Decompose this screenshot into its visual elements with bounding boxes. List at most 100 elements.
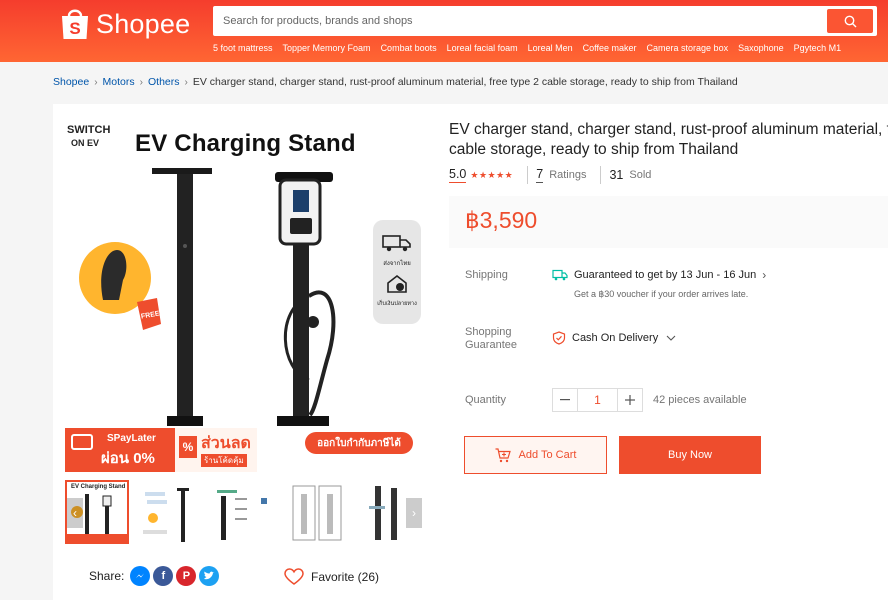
plus-icon bbox=[625, 395, 635, 405]
sold-label: Sold bbox=[629, 169, 652, 181]
thumbnail-strip: EV Charging Stand ‹ › bbox=[65, 480, 426, 546]
suggestion-link[interactable]: Topper Memory Foam bbox=[283, 43, 371, 53]
top-header: S Shopee 5 foot mattress Topper Memory F… bbox=[0, 0, 888, 62]
decrement-button[interactable] bbox=[553, 389, 577, 411]
svg-text:S: S bbox=[69, 19, 80, 38]
product-main-image[interactable]: SWITCH ON EV EV Charging Stand FREE ส่งจ… bbox=[65, 120, 426, 474]
chevron-right-icon: › bbox=[762, 268, 767, 282]
suggestion-link[interactable]: Saxophone bbox=[738, 43, 784, 53]
wallet-icon bbox=[71, 434, 93, 450]
price-box: ฿3,590 bbox=[449, 196, 888, 248]
share-row: Share: f P bbox=[89, 566, 220, 586]
sold-count: 31 bbox=[609, 168, 624, 182]
discount-promo: % ส่วนลด ร้านโค้ดคุ้ม bbox=[175, 428, 257, 472]
chevron-right-icon: › bbox=[184, 76, 188, 88]
product-title-line-2: cable storage, ready to ship from Thaila… bbox=[449, 141, 739, 158]
thumb-next-button[interactable]: › bbox=[406, 498, 422, 528]
share-label: Share: bbox=[89, 569, 125, 583]
chevron-right-icon: › bbox=[94, 76, 98, 88]
search-button[interactable] bbox=[827, 9, 873, 33]
chevron-right-icon: › bbox=[139, 76, 143, 88]
search-suggestions: 5 foot mattress Topper Memory Foam Comba… bbox=[213, 43, 841, 53]
home-pay-icon bbox=[387, 274, 407, 293]
suggestion-link[interactable]: Coffee maker bbox=[583, 43, 637, 53]
shipping-guarantee-text: Guaranteed to get by 13 Jun - 16 Jun bbox=[574, 269, 757, 281]
pinterest-share-icon[interactable]: P bbox=[176, 566, 197, 586]
messenger-share-icon[interactable] bbox=[130, 566, 151, 586]
product-title-line-1: EV charger stand, charger stand, rust-pr… bbox=[449, 121, 888, 138]
thumb-prev-button[interactable]: ‹ bbox=[67, 498, 83, 528]
thumbnail-2[interactable] bbox=[139, 480, 203, 544]
rating-score[interactable]: 5.0 bbox=[449, 167, 467, 183]
shopee-logo[interactable]: S Shopee bbox=[60, 4, 190, 44]
side-badge-text-1: ส่งจากไทย bbox=[383, 261, 411, 267]
rating-row: 5.0 ★★★★★ 7 Ratings 31 Sold bbox=[449, 166, 651, 184]
favorite-button[interactable]: Favorite (26) bbox=[284, 568, 379, 586]
discount-text: ส่วนลด bbox=[201, 435, 251, 452]
spaylater-promo: SPayLater ผ่อน 0% bbox=[65, 428, 175, 472]
ratings-count[interactable]: 7 bbox=[536, 167, 544, 183]
shopping-bag-icon: S bbox=[60, 7, 90, 41]
add-to-cart-label: Add To Cart bbox=[518, 449, 577, 461]
stock-available: 42 pieces available bbox=[653, 394, 747, 406]
search-bar bbox=[213, 6, 877, 36]
search-input[interactable] bbox=[213, 6, 823, 36]
chevron-right-icon: › bbox=[412, 506, 416, 520]
thumbnail-4[interactable] bbox=[285, 480, 349, 544]
logo-text: Shopee bbox=[96, 8, 191, 39]
guarantee-dropdown[interactable]: Cash On Delivery bbox=[552, 331, 676, 345]
breadcrumb-shopee[interactable]: Shopee bbox=[53, 76, 89, 88]
chevron-left-icon: ‹ bbox=[73, 506, 77, 520]
breadcrumb-others[interactable]: Others bbox=[148, 76, 180, 88]
suggestion-link[interactable]: Loreal facial foam bbox=[447, 43, 518, 53]
truck-icon bbox=[552, 269, 568, 281]
shield-check-icon bbox=[552, 331, 566, 345]
charging-stand-illustration bbox=[79, 168, 336, 426]
thumb-illustration bbox=[292, 485, 342, 541]
shopping-guarantee-label: Shopping Guarantee bbox=[465, 326, 517, 352]
buy-now-button[interactable]: Buy Now bbox=[619, 436, 761, 474]
favorite-count: Favorite (26) bbox=[311, 570, 380, 584]
suggestion-link[interactable]: Loreal Men bbox=[528, 43, 573, 53]
quantity-label: Quantity bbox=[465, 394, 506, 406]
search-icon bbox=[844, 15, 856, 27]
quantity-input[interactable]: 1 bbox=[577, 389, 618, 411]
shipping-info[interactable]: Guaranteed to get by 13 Jun - 16 Jun › bbox=[552, 268, 766, 282]
suggestion-link[interactable]: 5 foot mattress bbox=[213, 43, 273, 53]
percent-icon: % bbox=[179, 436, 197, 458]
divider bbox=[527, 166, 529, 184]
thumb-illustration bbox=[143, 488, 189, 542]
chevron-down-icon bbox=[666, 335, 676, 341]
spaylater-text: SPayLater bbox=[107, 433, 156, 444]
thumbnail-3[interactable] bbox=[211, 480, 275, 544]
side-badge-text-2: เก็บเงินปลายทาง bbox=[377, 301, 417, 307]
suggestion-link[interactable]: Pgytech M1 bbox=[794, 43, 842, 53]
heart-icon bbox=[284, 568, 304, 585]
breadcrumb-current: EV charger stand, charger stand, rust-pr… bbox=[192, 76, 738, 88]
product-price: ฿3,590 bbox=[465, 207, 538, 233]
star-rating-icon: ★★★★★ bbox=[470, 169, 514, 180]
shipping-voucher-note: Get a ฿30 voucher if your order arrives … bbox=[574, 289, 749, 299]
discount-sub: ร้านโค้ดคุ้ม bbox=[201, 454, 247, 467]
suggestion-link[interactable]: Combat boots bbox=[381, 43, 437, 53]
increment-button[interactable] bbox=[618, 389, 642, 411]
divider bbox=[600, 166, 602, 184]
facebook-share-icon[interactable]: f bbox=[153, 566, 174, 586]
guarantee-label-line-2: Guarantee bbox=[465, 339, 517, 351]
breadcrumb-motors[interactable]: Motors bbox=[103, 76, 135, 88]
ratings-label: Ratings bbox=[549, 169, 587, 181]
breadcrumb: Shopee › Motors › Others › EV charger st… bbox=[53, 76, 738, 88]
cart-plus-icon bbox=[495, 447, 511, 462]
truck-icon bbox=[382, 235, 411, 252]
twitter-share-icon[interactable] bbox=[199, 566, 220, 586]
spaylater-rate: ผ่อน 0% bbox=[101, 450, 155, 467]
promo-banner: SPayLater ผ่อน 0% % ส่วนลด ร้านโค้ดคุ้ม … bbox=[65, 428, 426, 474]
tax-invoice-promo: ออกใบกำกับภาษีได้ bbox=[305, 432, 413, 454]
add-to-cart-button[interactable]: Add To Cart bbox=[464, 436, 607, 474]
guarantee-value: Cash On Delivery bbox=[572, 332, 659, 344]
product-title: EV charger stand, charger stand, rust-pr… bbox=[449, 120, 888, 160]
suggestion-link[interactable]: Camera storage box bbox=[647, 43, 729, 53]
shipping-label: Shipping bbox=[465, 269, 508, 281]
side-badges: ส่งจากไทย เก็บเงินปลายทาง bbox=[373, 220, 421, 324]
quantity-stepper: 1 bbox=[552, 388, 643, 412]
